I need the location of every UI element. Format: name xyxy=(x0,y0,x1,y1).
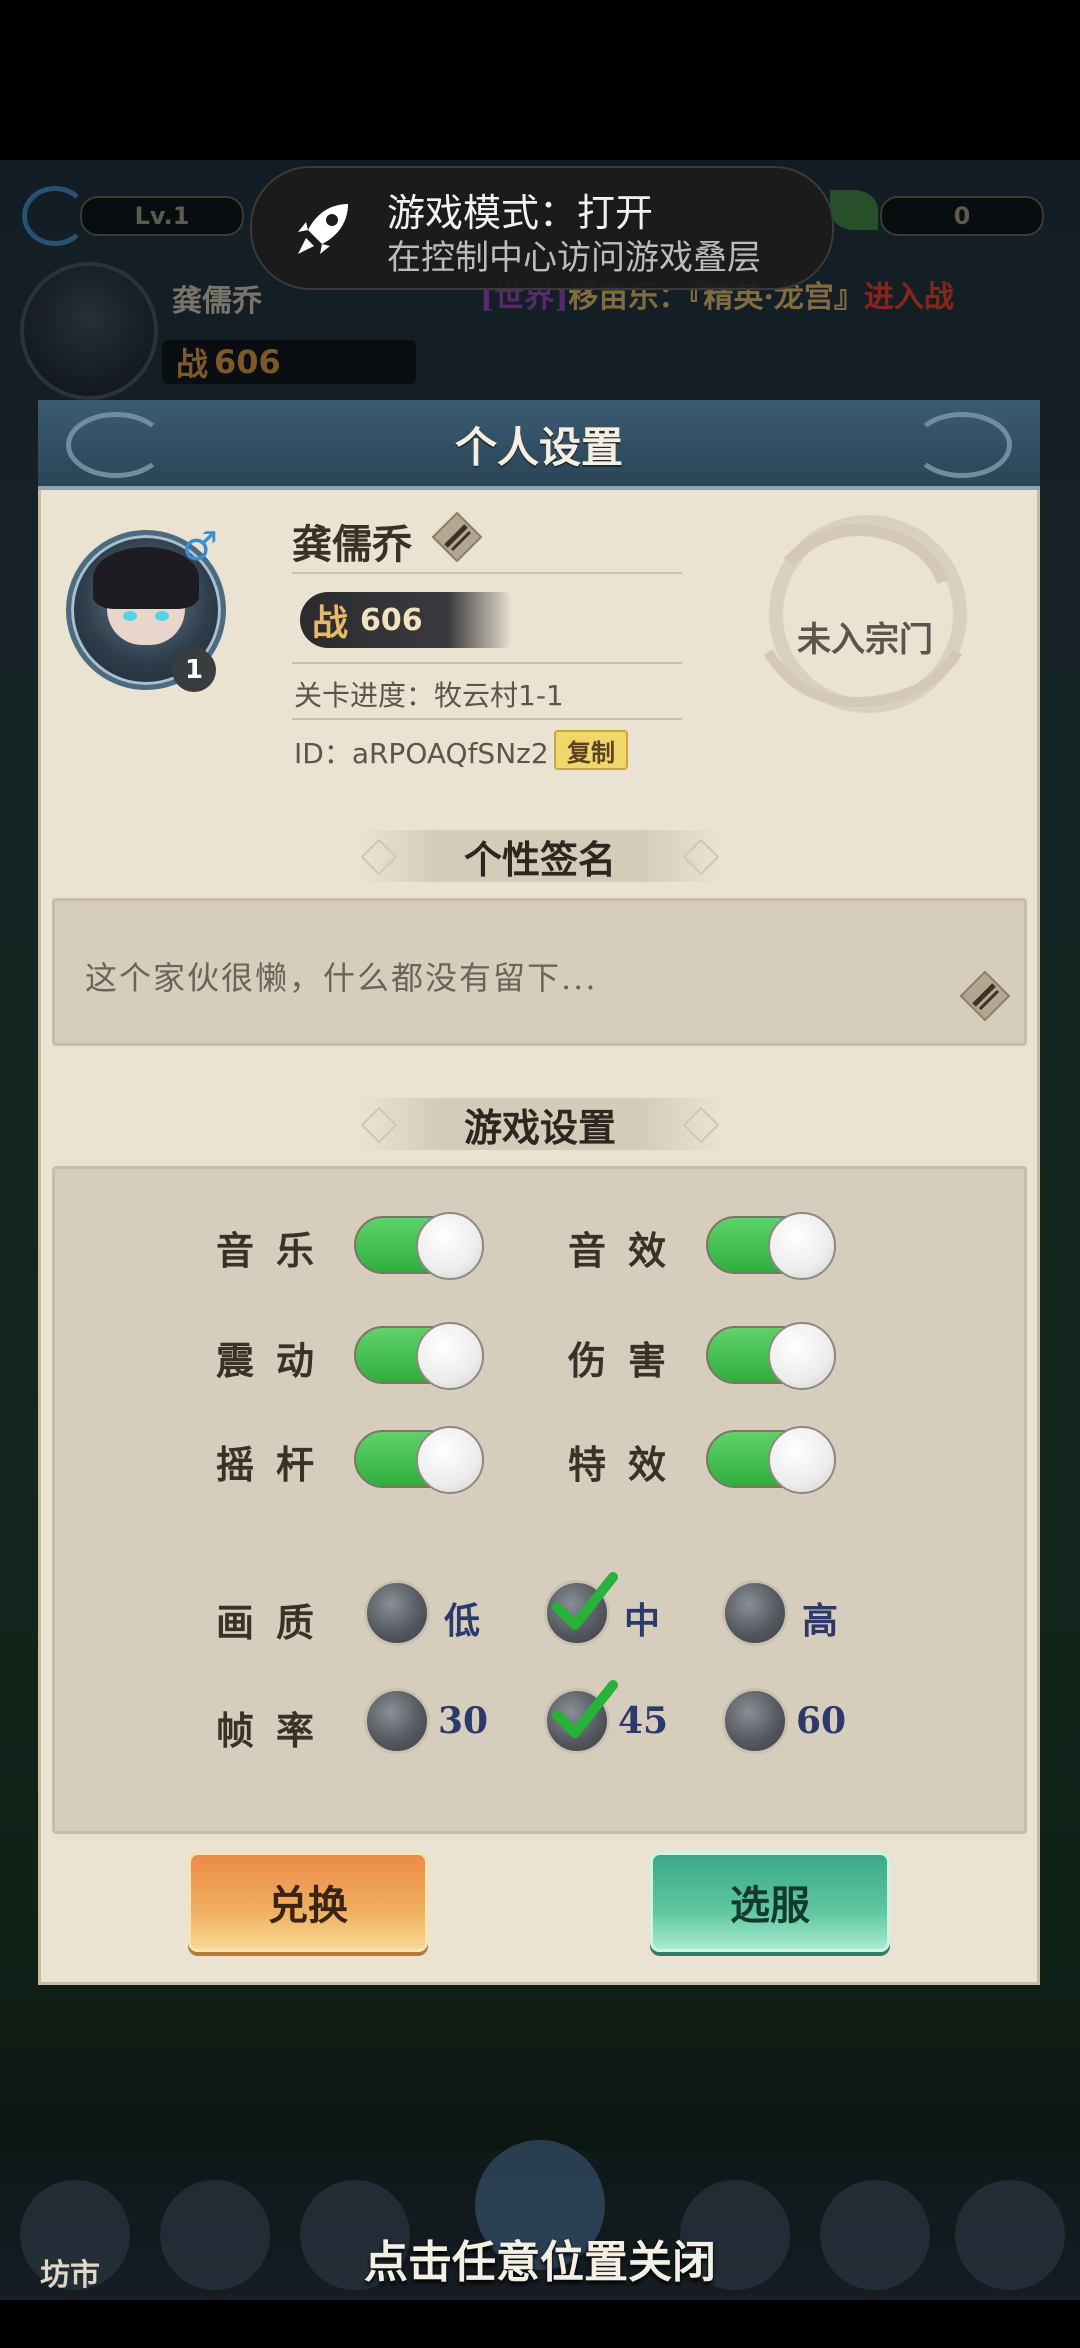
signature-text: 这个家伙很懒，什么都没有留下... xyxy=(85,959,598,997)
effects-toggle[interactable] xyxy=(706,1426,836,1494)
toggle-knob xyxy=(416,1426,484,1494)
game-settings-section-title: 游戏设置 xyxy=(360,1098,720,1150)
quality-low-label: 低 xyxy=(444,1600,481,1642)
copy-id-button[interactable]: 复制 xyxy=(554,730,628,770)
music-toggle[interactable] xyxy=(354,1212,484,1280)
signature-title-text: 个性签名 xyxy=(463,836,616,882)
status-bar-area xyxy=(0,0,1080,160)
rocket-icon xyxy=(298,204,348,254)
game-settings-title-text: 游戏设置 xyxy=(463,1104,616,1150)
toggle-label-vibration: 震动 xyxy=(216,1338,337,1383)
edit-name-icon[interactable] xyxy=(432,512,482,562)
quality-high-label: 高 xyxy=(802,1600,839,1642)
toggle-label-effects: 特效 xyxy=(568,1442,689,1487)
quality-mid-radio[interactable] xyxy=(544,1572,618,1646)
player-name: 龚儒乔 xyxy=(292,521,412,568)
power-value: 606 xyxy=(360,602,423,638)
sfx-toggle[interactable] xyxy=(706,1212,836,1280)
framerate-30-label: 30 xyxy=(438,1700,489,1742)
joystick-toggle[interactable] xyxy=(354,1426,484,1494)
toast-title: 游戏模式：打开 xyxy=(387,191,654,235)
quality-mid-label: 中 xyxy=(624,1600,661,1642)
checkmark-icon xyxy=(552,1680,618,1738)
game-mode-toast: 游戏模式：打开 在控制中心访问游戏叠层 xyxy=(250,166,834,290)
checkmark-icon xyxy=(552,1572,618,1630)
toggle-label-damage: 伤害 xyxy=(568,1338,689,1383)
exchange-button[interactable]: 兑换 xyxy=(188,1852,428,1952)
quality-high-radio[interactable] xyxy=(722,1580,788,1646)
quality-low-radio[interactable] xyxy=(364,1580,430,1646)
gesture-bar-area xyxy=(0,2300,1080,2348)
vibration-toggle[interactable] xyxy=(354,1322,484,1390)
panel-title: 个人设置 xyxy=(454,423,623,472)
framerate-60-radio[interactable] xyxy=(722,1688,788,1754)
toggle-knob xyxy=(768,1212,836,1280)
divider xyxy=(292,662,682,664)
select-server-button[interactable]: 选服 xyxy=(650,1852,890,1952)
toggle-label-music: 音乐 xyxy=(216,1228,337,1273)
avatar-eye xyxy=(155,611,169,621)
framerate-45-radio[interactable] xyxy=(544,1680,618,1754)
quality-label: 画质 xyxy=(216,1600,337,1645)
game-settings-box xyxy=(52,1166,1027,1834)
divider xyxy=(292,718,682,720)
signature-box[interactable]: 这个家伙很懒，什么都没有留下... xyxy=(52,898,1027,1046)
toggle-knob xyxy=(416,1212,484,1280)
edit-signature-icon[interactable] xyxy=(960,971,1010,1021)
player-id: ID：aRPOAQfSNz2 xyxy=(294,737,549,770)
damage-toggle[interactable] xyxy=(706,1322,836,1390)
divider xyxy=(292,572,682,574)
close-hint[interactable]: 点击任意位置关闭 xyxy=(0,2226,1080,2290)
avatar-eye xyxy=(123,611,137,621)
sect-status[interactable]: 未入宗门 xyxy=(730,612,1000,661)
framerate-45-label: 45 xyxy=(618,1700,669,1742)
level-badge: 1 xyxy=(172,648,216,692)
framerate-30-radio[interactable] xyxy=(364,1688,430,1754)
toggle-knob xyxy=(768,1426,836,1494)
profile-power: 战 606 xyxy=(300,592,512,648)
signature-section-title: 个性签名 xyxy=(360,830,720,882)
power-label: 战 xyxy=(312,602,349,644)
toggle-label-sfx: 音效 xyxy=(568,1228,689,1273)
toggle-knob xyxy=(768,1322,836,1390)
male-gender-icon: ♂ xyxy=(182,524,218,570)
framerate-60-label: 60 xyxy=(796,1700,847,1742)
toggle-knob xyxy=(416,1322,484,1390)
stage-progress: 关卡进度：牧云村1-1 xyxy=(294,679,564,712)
framerate-label: 帧率 xyxy=(216,1708,337,1753)
toast-subtitle: 在控制中心访问游戏叠层 xyxy=(387,238,761,278)
panel-header: 个人设置 xyxy=(38,400,1040,490)
toggle-label-joystick: 摇杆 xyxy=(216,1442,337,1487)
